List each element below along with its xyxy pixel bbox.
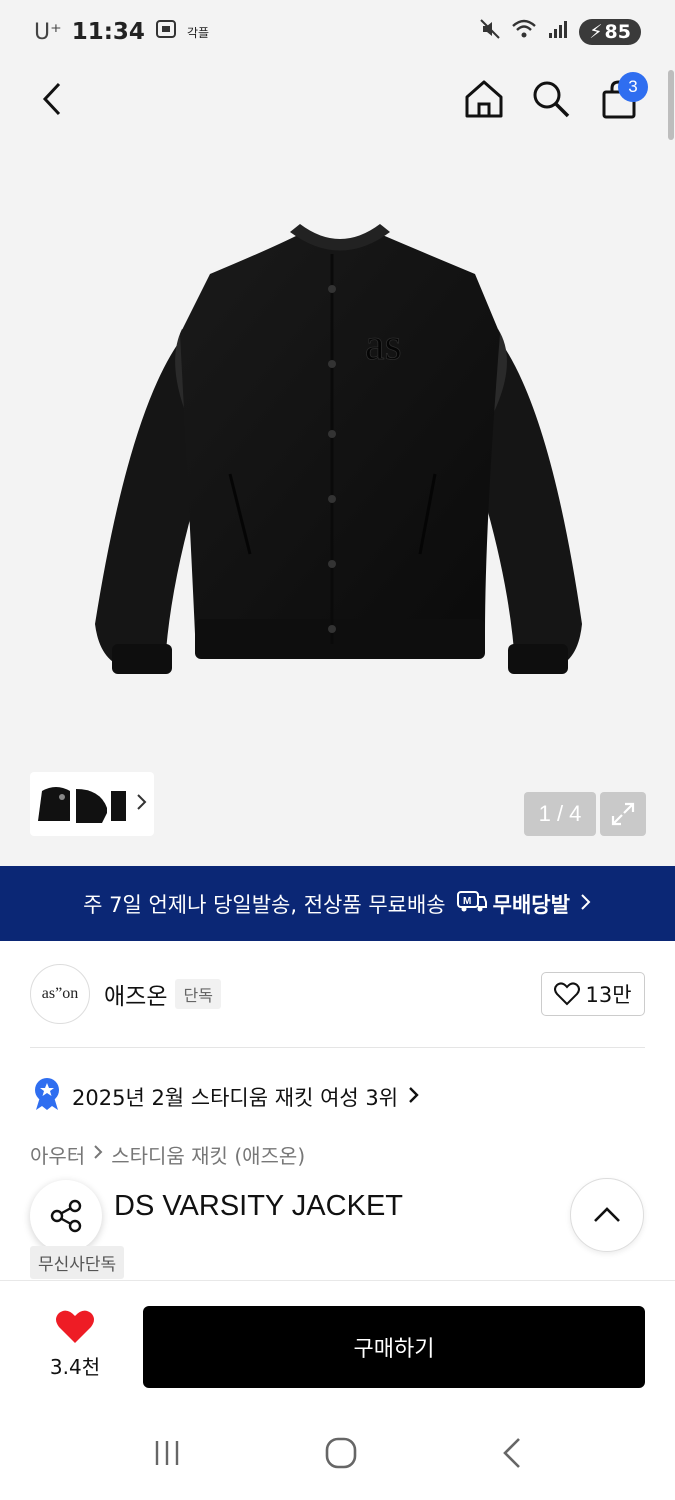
wishlist-count: 3.4천 [49, 1355, 101, 1379]
chevron-right-icon [93, 1140, 103, 1169]
product-image[interactable]: as [90, 224, 590, 694]
home-nav-button[interactable] [324, 1436, 358, 1474]
scrollbar[interactable] [668, 70, 674, 140]
recent-apps-button[interactable] [151, 1437, 183, 1473]
thumbnail-image[interactable] [108, 781, 127, 827]
brand-name[interactable]: 애즈온 [104, 977, 167, 1011]
product-gallery[interactable]: 3 as 1 / 4 [0, 64, 675, 866]
search-icon [533, 81, 570, 118]
carrier-label: U⁺ [34, 19, 62, 45]
jacket-logo-text: as [365, 320, 402, 369]
brand-exclusive-tag: 단독 [175, 979, 221, 1009]
heart-outline-icon [554, 982, 581, 1006]
breadcrumb-subcategory[interactable]: 스타디움 재킷 (애즈온) [111, 1140, 305, 1169]
brand-logo[interactable]: as”on [30, 964, 90, 1024]
banner-brand-label: 무배당발 [492, 892, 570, 917]
chevron-right-icon [408, 1085, 420, 1109]
battery-indicator: ⚡ 85 [579, 19, 641, 45]
thumbnail-strip[interactable] [30, 772, 154, 836]
battery-level: 85 [604, 21, 631, 43]
back-button[interactable] [28, 74, 78, 124]
heart-filled-icon [56, 1310, 94, 1343]
top-navigation: 3 [0, 64, 675, 134]
chevron-up-icon [594, 1207, 620, 1222]
page-indicator: 1 / 4 [524, 792, 596, 836]
wishlist-button[interactable]: 3.4천 [40, 1309, 110, 1380]
thumbnail-image[interactable] [36, 781, 71, 827]
status-bar: U⁺ 11:34 각플 ⚡ 85 [0, 0, 675, 64]
breadcrumb: 아우터 스타디움 재킷 (애즈온) [30, 1140, 305, 1169]
cart-count-badge: 3 [618, 72, 648, 102]
status-extra-label: 각플 [186, 25, 210, 40]
share-button[interactable] [30, 1180, 102, 1252]
banner-text: 주 7일 언제나 당일발송, 전상품 무료배송 [83, 892, 446, 917]
cart-button[interactable]: 3 [594, 72, 648, 124]
exclusive-tag: 무신사단독 [30, 1246, 125, 1279]
delivery-truck-icon: M [456, 889, 488, 918]
free-shipping-brand: M 무배당발 [456, 889, 570, 919]
brand-like-count: 13만 [585, 983, 632, 1007]
product-title-text: DS VARSITY JACKET [114, 1190, 403, 1222]
home-circle-icon [326, 1437, 357, 1469]
truck-icon-letter: M [463, 896, 471, 907]
brand-like-button[interactable]: 13만 [541, 972, 645, 1016]
system-navigation-bar [0, 1410, 675, 1500]
chevron-right-icon [580, 892, 592, 916]
screen-capture-icon [155, 19, 177, 45]
divider [30, 1047, 645, 1048]
search-button[interactable] [526, 74, 576, 124]
wifi-icon [511, 18, 537, 46]
brand-row: as”on 애즈온 단독 13만 [30, 962, 645, 1026]
share-icon [50, 1199, 82, 1233]
fullscreen-button[interactable] [600, 792, 646, 836]
chevron-right-icon[interactable] [136, 793, 148, 815]
mute-icon [479, 18, 501, 46]
signal-icon [547, 19, 569, 45]
home-button[interactable] [459, 74, 509, 124]
charging-icon: ⚡ [589, 21, 603, 43]
expand-icon [611, 802, 635, 826]
ranking-text: 2025년 2월 스타디움 재킷 여성 3위 [72, 1085, 399, 1110]
back-nav-button[interactable] [500, 1436, 524, 1474]
ranking-link[interactable]: 2025년 2월 스타디움 재킷 여성 3위 [32, 1077, 420, 1116]
recent-apps-icon [155, 1441, 179, 1465]
chevron-left-icon [42, 82, 61, 116]
scroll-to-top-button[interactable] [570, 1178, 644, 1252]
breadcrumb-category[interactable]: 아우터 [30, 1140, 85, 1169]
ranking-badge-icon [32, 1077, 62, 1116]
buy-button[interactable]: 구매하기 [143, 1306, 645, 1388]
home-icon [465, 80, 503, 118]
shipping-banner[interactable]: 주 7일 언제나 당일발송, 전상품 무료배송 M 무배당발 [0, 866, 675, 941]
thumbnail-image[interactable] [72, 781, 107, 827]
back-arrow-icon [503, 1438, 521, 1468]
purchase-bar: 3.4천 구매하기 [0, 1280, 675, 1410]
clock: 11:34 [71, 19, 145, 45]
